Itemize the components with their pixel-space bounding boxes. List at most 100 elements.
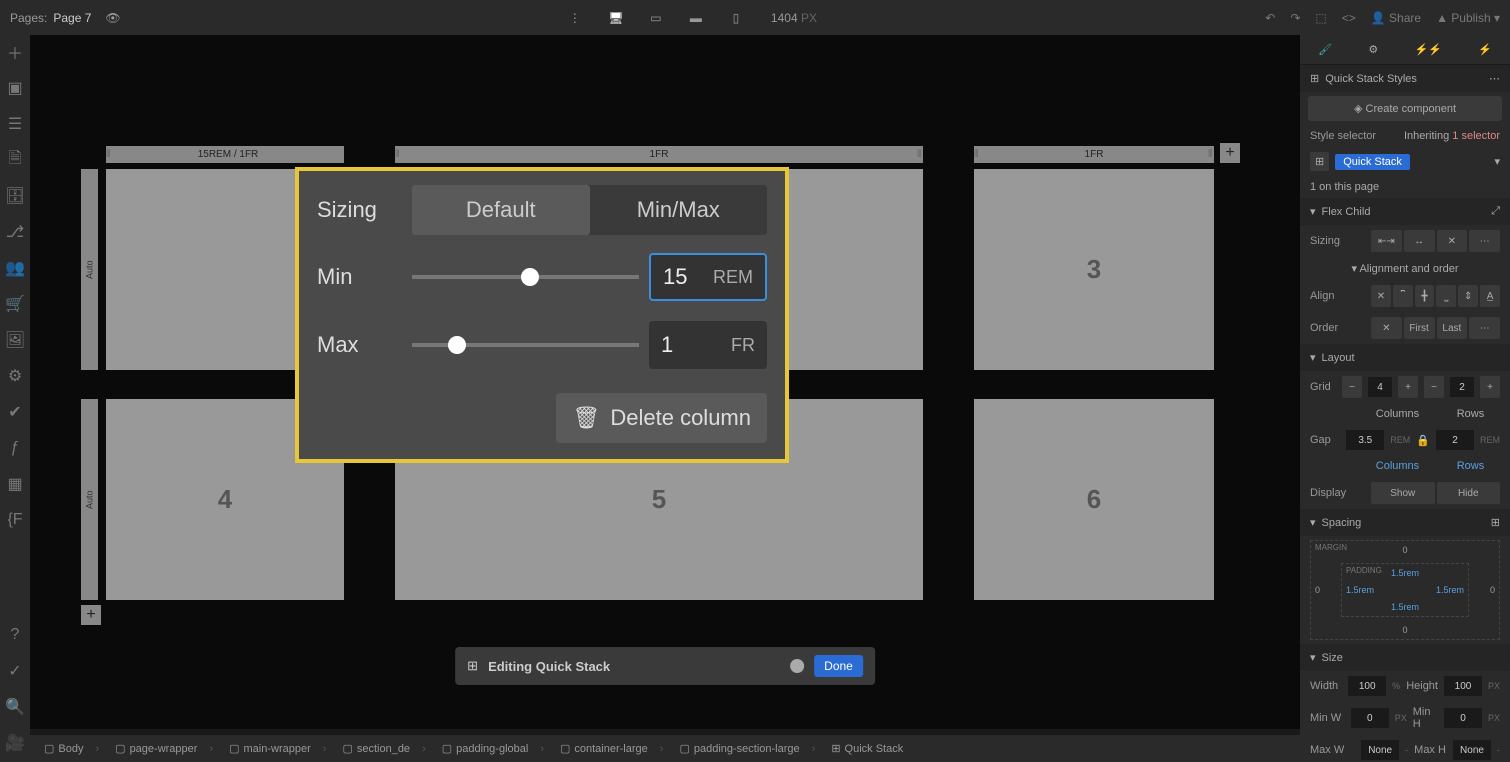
expand-icon[interactable]: ⤢ [1491,205,1500,218]
padding-left[interactable]: 1.5rem [1346,585,1374,595]
navigator-icon[interactable]: ☰ [4,113,26,135]
eye-icon[interactable]: 👁 [105,11,120,25]
add-column-button[interactable]: + [1220,143,1240,163]
delete-column-button[interactable]: 🗑 Delete column [556,393,767,443]
layout-section[interactable]: ▾ Layout [1300,344,1510,371]
tablet-landscape-icon[interactable]: ▬ [686,10,706,26]
cols-minus-button[interactable]: − [1342,376,1362,398]
assets-icon[interactable]: 🖼 [4,329,26,351]
selector-prefix-icon[interactable]: ⊞ [1310,152,1329,171]
padding-box[interactable]: PADDING 1.5rem 1.5rem 1.5rem 1.5rem [1341,563,1469,617]
publish-button[interactable]: ▲ Publish ▾ [1436,11,1500,25]
col-header-3[interactable]: ⦀1FR⦀ [974,146,1214,163]
cols-plus-button[interactable]: + [1398,376,1418,398]
apps-icon[interactable]: ▦ [4,473,26,495]
undo-icon[interactable]: ↶ [1265,11,1275,25]
flex-child-section[interactable]: ▾ Flex Child⤢ [1300,198,1510,225]
help-icon[interactable]: ? [4,624,26,646]
max-slider[interactable] [412,343,639,347]
video-icon[interactable]: 🎥 [4,732,26,754]
align-stretch-button[interactable]: ⇕ [1458,285,1478,307]
pages-icon[interactable]: 🗎 [4,149,26,171]
minh-input[interactable] [1444,708,1482,728]
max-value-input[interactable]: 1 FR [649,321,767,369]
desktop-icon[interactable]: 🖥 [606,10,626,26]
tab-minmax[interactable]: Min/Max [590,185,768,235]
sizing-none-button[interactable]: ✕ [1437,230,1468,252]
col-header-1[interactable]: ⦀15REM / 1FR [106,146,344,163]
display-show-button[interactable]: Show [1371,482,1435,504]
row-handle-1[interactable]: Auto [81,169,98,370]
brackets-icon[interactable]: {F [4,509,26,531]
align-center-button[interactable]: ╋ [1415,285,1435,307]
width-input[interactable] [1348,676,1386,696]
crumb-page-wrapper[interactable]: ▢ page-wrapper [107,742,221,755]
padding-right[interactable]: 1.5rem [1436,585,1464,595]
crumb-quick-stack[interactable]: ⊞ Quick Stack [823,742,923,755]
gap-col-input[interactable] [1346,430,1384,450]
align-none-button[interactable]: ✕ [1371,285,1391,307]
rows-plus-button[interactable]: + [1480,376,1500,398]
more-icon[interactable]: ⋮ [569,11,581,25]
spacing-section[interactable]: ▾ Spacing⊞ [1300,509,1510,536]
row-handle-2[interactable]: Auto [81,399,98,600]
cms-icon[interactable]: 🗄 [4,185,26,207]
users-icon[interactable]: 👥 [4,257,26,279]
min-value-input[interactable]: 15 REM [649,253,767,301]
align-baseline-button[interactable]: A̲ [1480,285,1500,307]
more-icon[interactable]: ⋯ [1489,72,1500,85]
sizing-more-button[interactable]: ⋯ [1469,230,1500,252]
tab-default[interactable]: Default [412,185,590,235]
crumb-padding-section[interactable]: ▢ padding-section-large [671,742,823,755]
audit-icon[interactable]: ✔ [4,401,26,423]
crumb-body[interactable]: ▢ Body [36,742,107,755]
margin-top[interactable]: 0 [1402,545,1407,555]
check-icon[interactable]: ✓ [4,660,26,682]
search-icon[interactable]: 🔍 [4,696,26,718]
brush-icon[interactable]: 🖌 [1318,43,1332,56]
done-button[interactable]: Done [814,655,863,677]
sizing-grow-button[interactable]: ↔ [1404,230,1435,252]
alignment-order-toggle[interactable]: ▾ Alignment and order [1351,262,1458,275]
columns-input[interactable] [1368,377,1392,397]
interactions-icon[interactable]: ⚡⚡ [1414,43,1441,56]
rows-minus-button[interactable]: − [1424,376,1444,398]
lock-icon[interactable]: 🔒 [1416,434,1430,447]
settings-icon[interactable]: ⚙ [4,365,26,387]
canvas-width[interactable]: 1404 PX [771,11,817,25]
crumb-container-large[interactable]: ▢ container-large [552,742,671,755]
sizing-shrink-button[interactable]: ⇤⇥ [1371,230,1402,252]
gear-icon[interactable]: ⚙ [1368,43,1378,56]
variables-icon[interactable]: ƒ [4,437,26,459]
toggle-icon[interactable] [790,659,804,673]
selector-tag[interactable]: Quick Stack [1335,154,1410,170]
col-header-2[interactable]: ⦀1FR⦀ [395,146,923,163]
align-end-button[interactable]: ⎵ [1436,285,1456,307]
grid-cell-6[interactable]: 6 [974,399,1214,600]
crumb-main-wrapper[interactable]: ▢ main-wrapper [221,742,334,755]
logic-icon[interactable]: ⎇ [4,221,26,243]
maxh-input[interactable] [1453,740,1491,760]
crumb-padding-global[interactable]: ▢ padding-global [434,742,552,755]
box-icon[interactable]: ▣ [4,77,26,99]
spacing-box[interactable]: MARGIN 0 0 0 0 PADDING 1.5rem 1.5rem 1.5… [1310,540,1500,640]
effects-icon[interactable]: ⚡ [1478,43,1492,56]
order-none-button[interactable]: ✕ [1371,317,1402,339]
grid-cell-3[interactable]: 3 [974,169,1214,370]
ecommerce-icon[interactable]: 🛒 [4,293,26,315]
margin-left[interactable]: 0 [1315,585,1320,595]
display-hide-button[interactable]: Hide [1437,482,1501,504]
height-input[interactable] [1444,676,1482,696]
tablet-icon[interactable]: ▭ [646,10,666,26]
spacing-expand-icon[interactable]: ⊞ [1491,516,1500,529]
padding-bottom[interactable]: 1.5rem [1391,602,1419,612]
order-first-button[interactable]: First [1404,317,1435,339]
maxw-input[interactable] [1361,740,1399,760]
min-slider-thumb[interactable] [521,268,539,286]
margin-bottom[interactable]: 0 [1402,625,1407,635]
gap-row-input[interactable] [1436,430,1474,450]
min-slider[interactable] [412,275,639,279]
redo-icon[interactable]: ↷ [1290,11,1300,25]
add-row-button[interactable]: + [81,605,101,625]
padding-top[interactable]: 1.5rem [1391,568,1419,578]
